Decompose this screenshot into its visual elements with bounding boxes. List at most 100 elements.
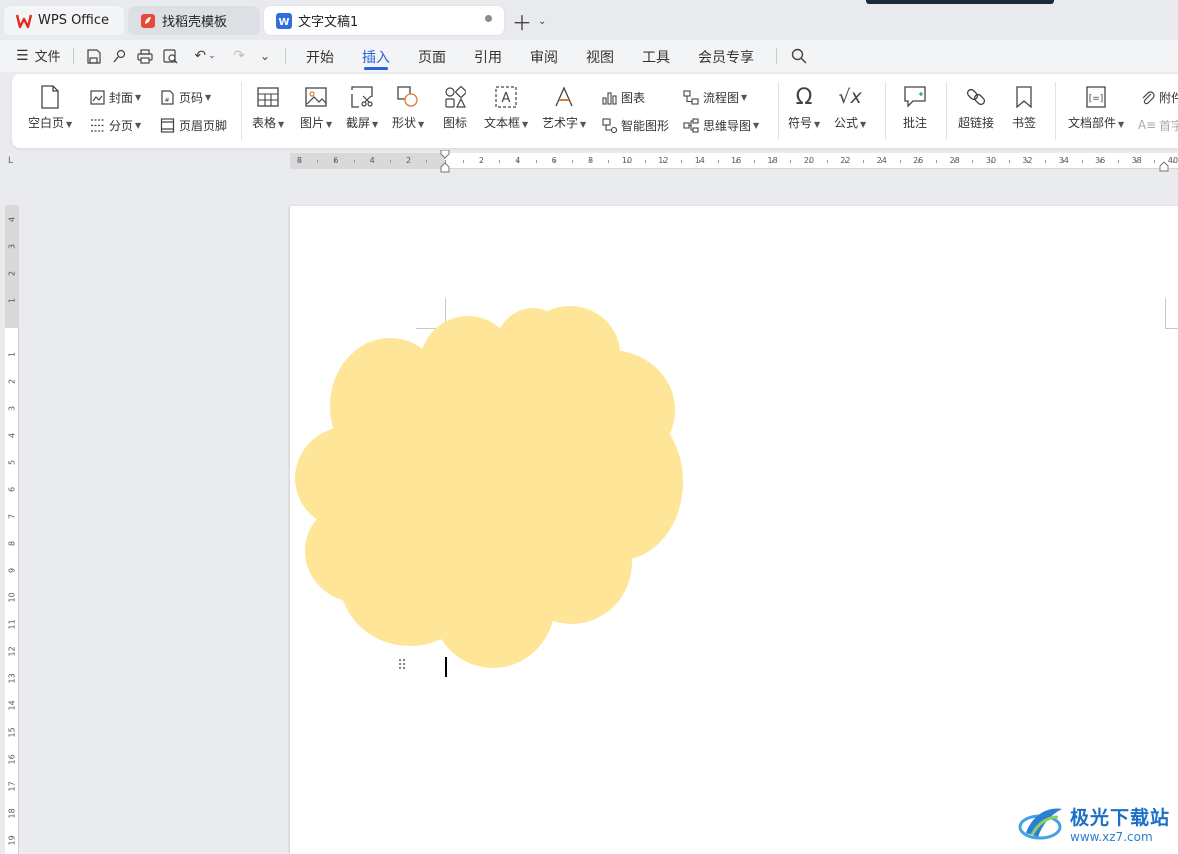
ruler-tick-mark — [990, 160, 992, 163]
chevron-down-icon: ▼ — [326, 120, 333, 129]
shape-label: 形状 — [392, 116, 417, 130]
mindmap-icon — [682, 116, 700, 134]
flowchart-button[interactable]: 流程图 ▼ — [682, 88, 747, 106]
ruler-tick-label: 15 — [7, 727, 17, 738]
cover-button[interactable]: 封面 ▼ — [88, 88, 141, 106]
tab-document[interactable]: W 文字文稿1 — [264, 6, 504, 35]
ruler-tick-mark — [845, 160, 846, 163]
screenshot-button[interactable]: 截屏 ▼ — [346, 84, 378, 131]
ruler-tick-mark — [1154, 160, 1156, 163]
chevron-down-icon[interactable]: ⌄ — [256, 47, 274, 65]
watermark: 极光下载站 www.xz7.com — [1018, 798, 1170, 848]
attachment-button[interactable]: 附件 — [1138, 88, 1178, 106]
ruler-corner[interactable]: L — [8, 156, 18, 166]
cloud-shape[interactable] — [290, 206, 690, 676]
document-page[interactable]: ⠿ — [290, 206, 1178, 854]
ruler-tick-mark — [735, 160, 737, 163]
tab-tools[interactable]: 工具 — [642, 47, 670, 67]
tab-wps-office[interactable]: WPS Office — [4, 6, 124, 35]
tab-label: 找稻壳模板 — [162, 15, 228, 30]
undo-button[interactable]: ↶ ⌄ — [190, 47, 220, 65]
wordart-icon — [551, 84, 577, 110]
textbox-icon: A — [493, 84, 519, 110]
ruler-tick-mark — [681, 160, 683, 163]
header-footer-button[interactable]: 页眉页脚 — [158, 116, 227, 134]
chevron-down-icon: ▼ — [66, 120, 73, 129]
indent-marker-icon[interactable] — [439, 150, 451, 174]
divider — [241, 82, 242, 140]
chevron-down-icon: ▼ — [522, 120, 529, 129]
doc-parts-button[interactable]: [=] 文档部件 ▼ — [1068, 84, 1124, 131]
tab-view[interactable]: 视图 — [586, 47, 614, 67]
ruler-tick-mark — [1063, 160, 1065, 163]
redo-icon[interactable]: ↷ — [230, 47, 248, 65]
chevron-down-icon: ▼ — [135, 92, 142, 102]
watermark-url: www.xz7.com — [1070, 829, 1153, 844]
ruler-tick-mark — [772, 160, 774, 163]
ruler-tick-label: 4 — [7, 432, 17, 439]
hyperlink-button[interactable]: 超链接 — [958, 84, 994, 131]
tab-review[interactable]: 审阅 — [530, 47, 558, 67]
brush-icon[interactable] — [110, 47, 128, 65]
blank-page-button[interactable]: 空白页 ▼ — [28, 84, 72, 131]
tab-insert[interactable]: 插入 — [362, 47, 390, 67]
ruler-tick-mark — [1118, 160, 1119, 163]
page-break-button[interactable]: 分页 ▼ — [88, 116, 141, 134]
cover-icon — [88, 88, 106, 106]
chevron-down-icon[interactable]: ⌄ — [538, 16, 546, 27]
file-menu-button[interactable]: ☰ 文件 — [16, 46, 61, 66]
ruler-tick-mark — [590, 160, 592, 163]
ruler-tick-mark — [754, 160, 755, 163]
new-tab-button[interactable]: ＋ ⌄ — [512, 10, 552, 35]
daoke-logo-icon — [140, 13, 156, 29]
wordart-button[interactable]: 艺术字 ▼ — [542, 84, 586, 131]
hyperlink-label: 超链接 — [958, 116, 995, 130]
print-preview-icon[interactable] — [162, 47, 180, 65]
tab-page[interactable]: 页面 — [418, 47, 446, 67]
page-number-button[interactable]: # 页码 ▼ — [158, 88, 211, 106]
bookmark-button[interactable]: 书签 — [1011, 84, 1037, 131]
formula-button[interactable]: √x 公式 ▼ — [834, 84, 866, 131]
mindmap-button[interactable]: 思维导图 ▼ — [682, 116, 759, 134]
icons-button[interactable]: 图标 — [442, 84, 468, 131]
tab-daoke-templates[interactable]: 找稻壳模板 — [128, 6, 260, 35]
save-icon[interactable] — [84, 47, 102, 65]
table-label: 表格 — [252, 116, 277, 130]
search-icon[interactable] — [790, 47, 808, 65]
chevron-down-icon: ▼ — [814, 120, 821, 129]
horizontal-ruler[interactable]: 8642246810121416182022242628303234363840 — [290, 150, 1178, 173]
tab-member[interactable]: 会员专享 — [698, 47, 754, 67]
blank-page-label: 空白页 — [28, 116, 65, 130]
tab-home[interactable]: 开始 — [306, 47, 334, 67]
ruler-tick-mark — [936, 160, 937, 163]
plus-icon: ＋ — [512, 10, 532, 35]
picture-button[interactable]: 图片 ▼ — [300, 84, 332, 131]
vertical-ruler[interactable]: 4 3 2 1 1 2 3 4 5 6 7 8 9 10 11 12 13 14 15 16 17 18 19 — [5, 205, 19, 854]
shape-button[interactable]: 形状 ▼ — [392, 84, 424, 131]
ruler-tick-label: 18 — [7, 808, 17, 819]
ruler-tick-mark — [626, 160, 628, 163]
crop-mark — [1165, 328, 1178, 329]
right-indent-marker-icon[interactable] — [1158, 161, 1170, 173]
chevron-down-icon: ▼ — [205, 92, 212, 102]
cover-label: 封面 — [109, 90, 134, 105]
table-button[interactable]: 表格 ▼ — [252, 84, 284, 131]
symbol-button[interactable]: Ω 符号 ▼ — [788, 84, 820, 131]
tab-references[interactable]: 引用 — [474, 47, 502, 67]
page-break-icon — [88, 116, 106, 134]
unsaved-dot-icon[interactable] — [485, 15, 492, 22]
chart-button[interactable]: 图表 — [600, 88, 645, 106]
undo-icon: ↶ — [194, 48, 207, 64]
ruler-tick-label: 11 — [7, 619, 17, 630]
tab-label: 文字文稿1 — [298, 15, 359, 30]
paragraph-drag-handle-icon[interactable]: ⠿ — [397, 658, 407, 674]
print-icon[interactable] — [136, 47, 154, 65]
textbox-button[interactable]: A 文本框 ▼ — [484, 84, 528, 131]
dropcap-button[interactable]: A≡ 首字 — [1138, 116, 1178, 134]
mindmap-label: 思维导图 — [703, 118, 752, 133]
ruler-tick-mark — [790, 160, 792, 163]
comment-button[interactable]: 批注 — [902, 84, 928, 131]
divider — [1055, 82, 1056, 140]
writer-logo-icon: W — [276, 12, 292, 29]
smartart-button[interactable]: 智能图形 — [600, 116, 669, 134]
